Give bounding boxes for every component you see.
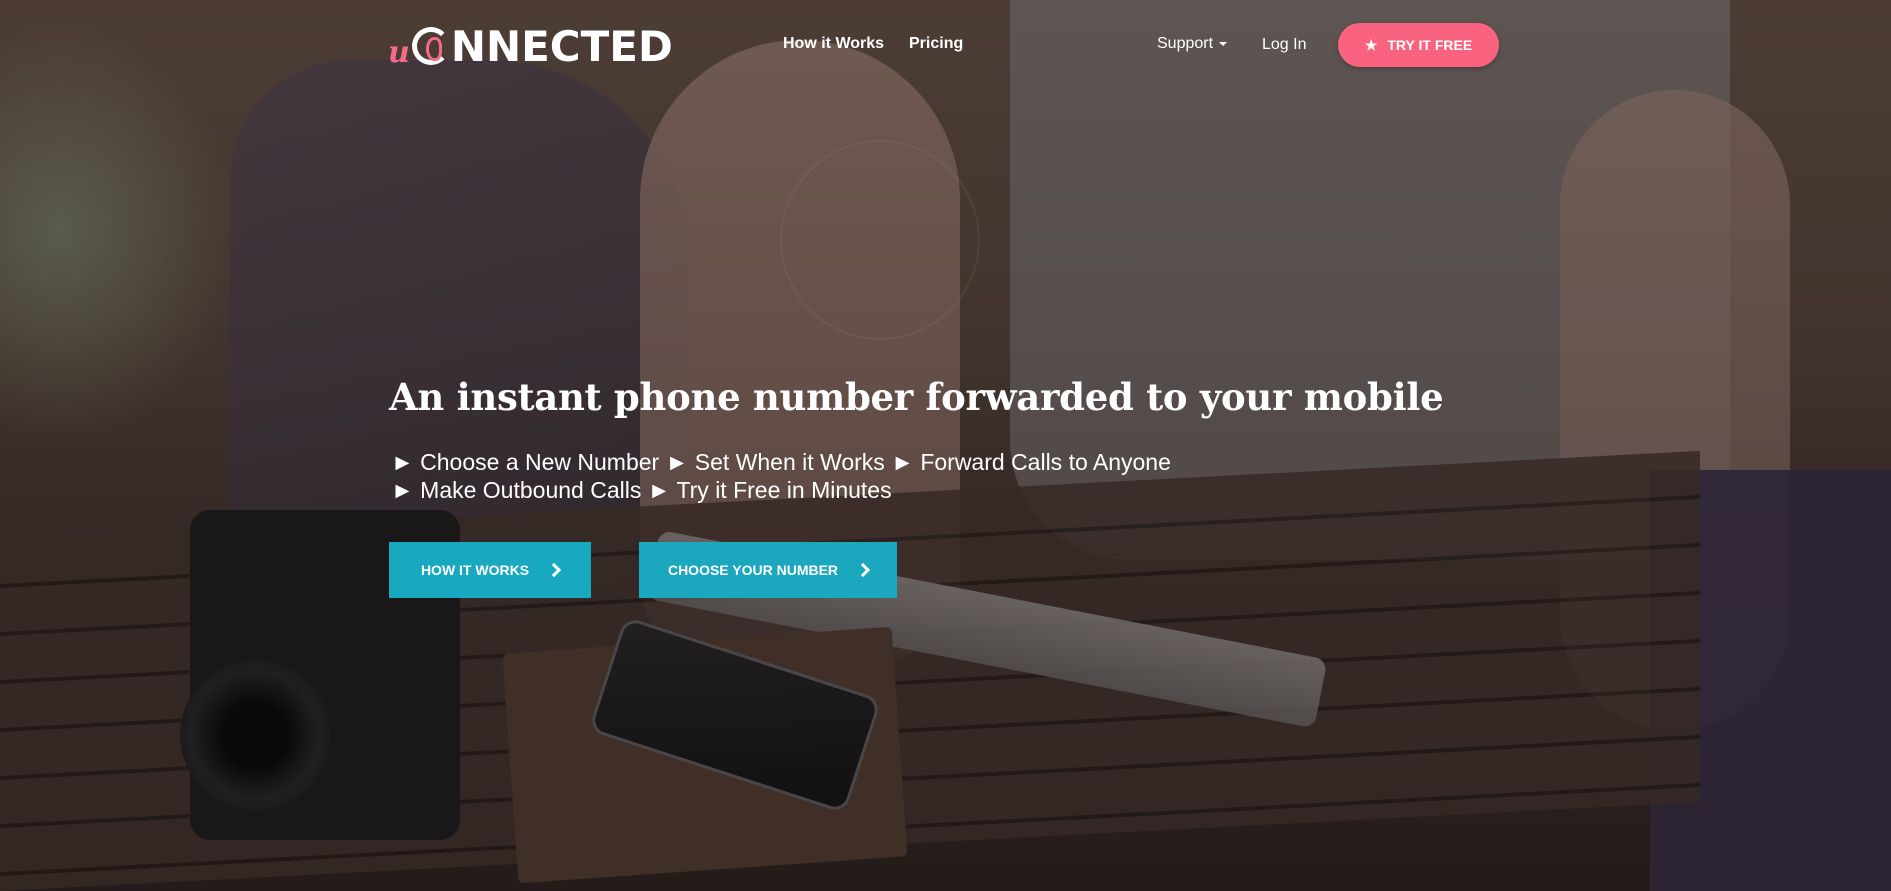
hero-background-photo (0, 0, 1891, 891)
nav-support-dropdown[interactable]: Support (1157, 35, 1228, 53)
choose-your-number-button[interactable]: CHOOSE YOUR NUMBER (639, 542, 897, 598)
choose-your-number-label: CHOOSE YOUR NUMBER (667, 562, 839, 578)
star-icon: ★ (1364, 37, 1378, 53)
how-it-works-label: HOW IT WORKS (420, 562, 530, 578)
try-it-free-label: TRY IT FREE (1387, 37, 1473, 53)
caret-down-icon (1219, 41, 1228, 46)
logo-text: NNECTED (450, 22, 673, 71)
hero-features-line-2: ► Make Outbound Calls ► Try it Free in M… (391, 477, 892, 503)
how-it-works-button[interactable]: HOW IT WORKS (389, 542, 591, 598)
site-header: u NNECTED How it Works Pricing Support L… (0, 0, 1891, 90)
nav-pricing[interactable]: Pricing (909, 35, 963, 53)
hero-features-line-1: ► Choose a New Number ► Set When it Work… (391, 449, 1171, 475)
uconnected-logo[interactable]: u NNECTED (388, 20, 673, 68)
chevron-right-icon (546, 562, 562, 578)
chevron-right-icon (855, 562, 871, 578)
nav-support-label: Support (1157, 35, 1214, 52)
background-dark-overlay (0, 0, 1891, 891)
nav-how-it-works[interactable]: How it Works (783, 35, 884, 53)
nav-login[interactable]: Log In (1262, 36, 1306, 54)
logo-u: u (388, 35, 410, 70)
hero-title: An instant phone number forwarded to you… (389, 375, 1444, 419)
logo-phone-c-icon (411, 27, 450, 65)
try-it-free-button[interactable]: ★ TRY IT FREE (1338, 23, 1499, 67)
